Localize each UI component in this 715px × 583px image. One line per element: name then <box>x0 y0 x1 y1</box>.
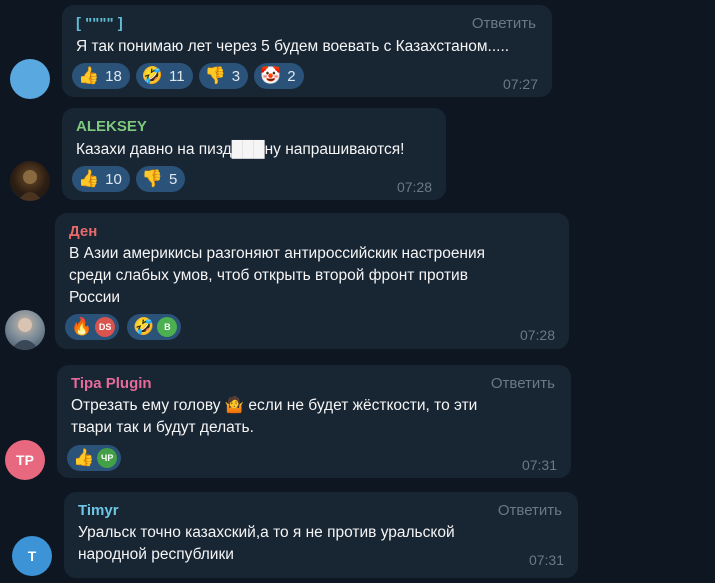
avatar[interactable] <box>10 161 50 201</box>
author-name[interactable]: [ """" ] <box>76 15 123 32</box>
reactions: 👍 18 🤣 11 👎 3 🤡 2 <box>72 63 304 89</box>
rofl-icon: 🤣 <box>141 65 164 86</box>
reaction-count: 3 <box>231 67 241 85</box>
message-time: 07:31 <box>521 457 557 473</box>
message-text: Уральск точно казахский,а то я не против… <box>78 524 455 563</box>
message-time: 07:27 <box>502 76 538 92</box>
reaction-rofl[interactable]: 🤣 11 <box>135 63 193 89</box>
message-bubble: Tipa Plugin Ответить Отрезать ему голову… <box>57 365 571 478</box>
thumbs-down-icon: 👎 <box>141 168 164 189</box>
message-time: 07:31 <box>528 552 564 568</box>
fire-icon: 🔥 <box>71 316 93 337</box>
reaction-fire[interactable]: 🔥 DS <box>65 314 120 340</box>
clown-icon: 🤡 <box>260 65 282 86</box>
reply-button[interactable]: Ответить <box>491 375 555 392</box>
message-bubble: ALEKSEY Казахи давно на пизд███ну напраш… <box>62 108 446 200</box>
message-text: Отрезать ему голову 🤷 если не будет жёст… <box>71 397 478 436</box>
message-text: Я так понимаю лет через 5 будем воевать … <box>76 38 510 55</box>
reaction-thumbs-down[interactable]: 👎 3 <box>198 63 249 89</box>
rofl-icon: 🤣 <box>133 316 155 337</box>
reaction-thumbs-up[interactable]: 👍 18 <box>72 63 130 89</box>
reaction-count: 10 <box>105 170 122 188</box>
reaction-count: 11 <box>169 67 185 85</box>
reply-button[interactable]: Ответить <box>472 15 536 32</box>
message-time: 07:28 <box>519 327 555 343</box>
reaction-count: 2 <box>287 67 296 85</box>
reaction-thumbs-up[interactable]: 👍 10 <box>72 166 130 192</box>
thumbs-up-icon: 👍 <box>78 65 100 86</box>
reactions: 👍 10 👎 5 <box>72 166 186 192</box>
author-name[interactable]: Timyr <box>78 502 119 519</box>
avatar[interactable]: T <box>12 536 52 576</box>
reaction-thumbs-down[interactable]: 👎 5 <box>135 166 186 192</box>
thumbs-down-icon: 👎 <box>204 65 226 86</box>
avatar[interactable] <box>10 59 50 99</box>
author-name[interactable]: Tipa Plugin <box>71 375 152 392</box>
message-text: В Азии америкисы разгоняют антироссийски… <box>69 245 486 306</box>
avatar[interactable]: TP <box>5 440 45 480</box>
message-text: Казахи давно на пизд███ну напрашиваются! <box>76 141 405 158</box>
reactions: 🔥 DS 🤣 B <box>65 314 182 340</box>
avatar-image-icon <box>18 170 42 201</box>
reactor-avatar: ЧР <box>97 448 118 468</box>
reaction-count: 18 <box>105 67 122 85</box>
reaction-clown[interactable]: 🤡 2 <box>254 63 304 89</box>
reaction-rofl[interactable]: 🤣 B <box>127 314 182 340</box>
author-name[interactable]: Ден <box>69 223 97 240</box>
reaction-thumbs-up[interactable]: 👍 ЧР <box>67 445 122 471</box>
reactions: 👍 ЧР <box>67 445 122 471</box>
avatar-image-icon <box>11 318 39 350</box>
avatar[interactable] <box>5 310 45 350</box>
message-bubble: Ден В Азии америкисы разгоняют антиросси… <box>55 213 569 349</box>
reactor-avatar: B <box>157 317 178 337</box>
thumbs-up-icon: 👍 <box>78 168 100 189</box>
reply-button[interactable]: Ответить <box>498 502 562 519</box>
message-time: 07:28 <box>396 179 432 195</box>
author-name[interactable]: ALEKSEY <box>76 118 147 135</box>
thumbs-up-icon: 👍 <box>73 447 95 468</box>
reactor-avatar: DS <box>95 317 116 337</box>
message-bubble: [ """" ] Ответить Я так понимаю лет чере… <box>62 5 552 97</box>
message-bubble: Timyr Ответить Уральск точно казахский,а… <box>64 492 578 578</box>
reaction-count: 5 <box>169 170 178 188</box>
